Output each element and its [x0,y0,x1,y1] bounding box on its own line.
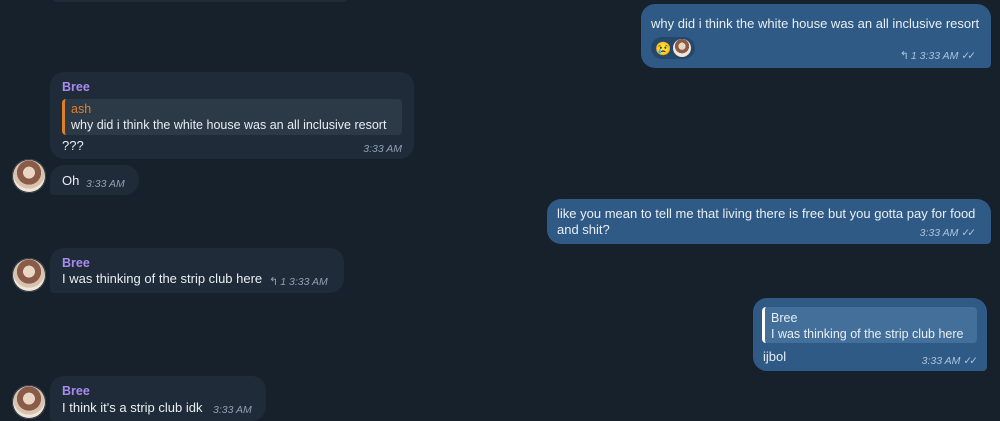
message-time: 3:33 AM [213,404,252,416]
message-time: 3:33 AM [86,178,125,190]
message-bubble-incoming[interactable]: Bree I was thinking of the strip club he… [50,248,344,293]
sender-name[interactable]: Bree [62,383,90,399]
sender-name[interactable]: Bree [62,79,90,95]
message-time: 3:33 AM [288,276,328,288]
message-text: ijbol [763,349,787,364]
message-text: why did i think the white house was an a… [651,16,980,31]
message-text-line-2: and shit? [557,222,610,237]
message-text: ??? [62,138,84,153]
quote-text: I was thinking of the strip club here [771,327,964,341]
double-check-icon: ✓✓ [961,50,976,62]
message-meta: 3:33 AM ✓✓ [921,353,978,369]
avatar[interactable] [12,385,46,419]
reply-arrow-icon: ↰ [899,50,909,62]
message-text: I think it's a strip club idk [62,400,203,415]
reply-quote[interactable]: Bree I was thinking of the strip club he… [762,307,977,343]
message-text: I was thinking of the strip club here [62,271,263,286]
message-bubble-incoming[interactable]: Bree ash why did i think the white house… [50,72,414,159]
message-meta: ↰ 1 3:33 AM ✓✓ [899,48,976,64]
reply-quote[interactable]: ash why did i think the white house was … [62,99,402,135]
reply-arrow-icon: ↰ [269,276,279,288]
message-bubble-incoming[interactable]: Oh 3:33 AM [50,165,139,195]
message-time: 3:33 AM [919,227,959,239]
message-time: 3:33 AM [921,355,961,367]
reaction-avatar [673,39,692,57]
message-meta: 3:33 AM ✓✓ [919,225,976,241]
avatar[interactable] [12,258,46,292]
message-text: Oh [62,173,80,188]
sender-name[interactable]: Bree [62,255,90,271]
double-check-icon: ✓✓ [961,227,976,239]
reaction-chip[interactable]: 😢 [651,37,696,59]
message-time: 3:33 AM [363,143,402,155]
message-bubble-outgoing[interactable]: why did i think the white house was an a… [641,4,991,68]
message-bubble-partial[interactable] [50,0,350,2]
quote-sender: ash [71,102,92,116]
double-check-icon: ✓✓ [963,355,978,367]
message-bubble-outgoing[interactable]: Bree I was thinking of the strip club he… [753,298,987,371]
message-text-line-1: like you mean to tell me that living the… [557,206,976,221]
message-time: 3:33 AM [919,50,959,62]
message-bubble-incoming[interactable]: Bree I think it's a strip club idk 3:33 … [50,376,266,421]
crying-emoji-icon: 😢 [655,40,672,56]
quote-sender: Bree [771,311,798,325]
message-meta: ↰ 1 3:33 AM [269,274,328,290]
avatar[interactable] [12,159,46,193]
reply-count: 1 [910,50,917,62]
message-bubble-outgoing[interactable]: like you mean to tell me that living the… [547,199,991,244]
quote-text: why did i think the white house was an a… [71,118,387,132]
reply-count: 1 [280,276,287,288]
